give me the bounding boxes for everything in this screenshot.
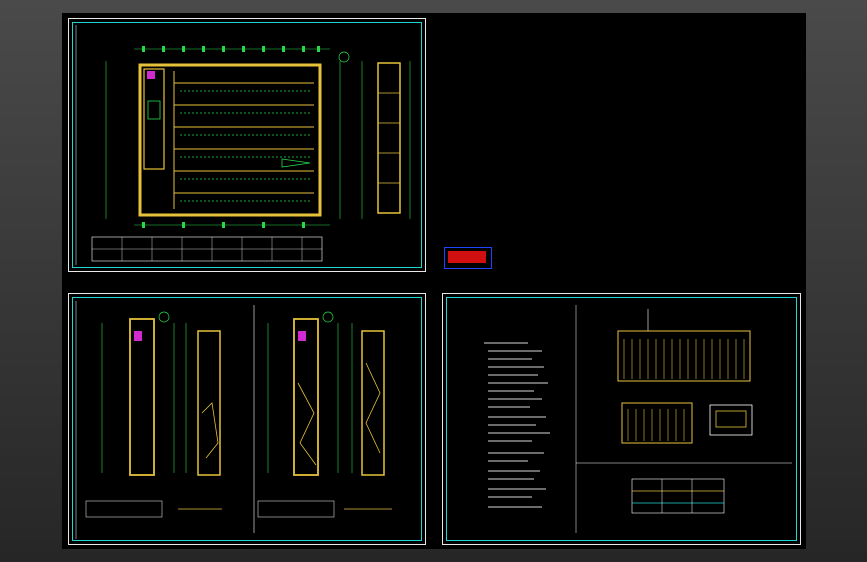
floor-plan-drawing: [75, 25, 411, 265]
viewport-frame: [0, 0, 867, 562]
notes-diagrams-drawing: [484, 305, 792, 533]
cad-drawing-canvas[interactable]: [62, 13, 806, 549]
drawing-artwork: [75, 25, 792, 539]
stair-plans-drawing: [75, 301, 392, 539]
